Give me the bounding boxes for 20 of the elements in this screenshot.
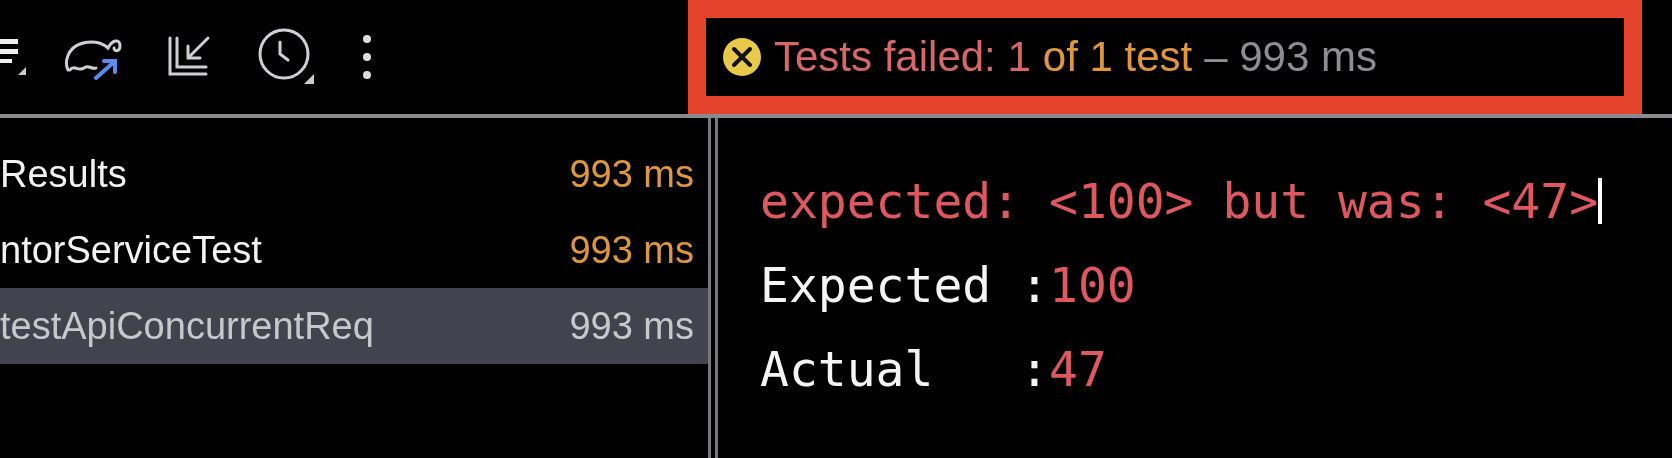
test-duration: 993 ms xyxy=(569,228,694,272)
test-name: Results xyxy=(0,152,127,196)
error-icon xyxy=(722,37,762,77)
test-name: ntorServiceTest xyxy=(0,228,262,272)
console-label: Actual : xyxy=(760,341,1049,397)
test-tree-row[interactable]: Results 993 ms xyxy=(0,136,708,212)
status-text: – 993 ms xyxy=(1204,33,1377,81)
test-tree-row[interactable]: ntorServiceTest 993 ms xyxy=(0,212,708,288)
test-duration: 993 ms xyxy=(569,304,694,348)
test-tree-row[interactable]: testApiConcurrentReq 993 ms xyxy=(0,288,708,364)
console-value: 100 xyxy=(1049,257,1136,313)
test-duration: 993 ms xyxy=(569,152,694,196)
more-icon[interactable] xyxy=(362,34,372,80)
console-value: 47 xyxy=(1049,341,1107,397)
console-error: expected: <100> but was: <47> xyxy=(760,173,1599,229)
list-icon[interactable] xyxy=(0,37,28,77)
status-text: Tests failed: 1 xyxy=(774,33,1031,81)
status-text: of 1 test xyxy=(1042,33,1193,81)
console-label: Expected : xyxy=(760,257,1049,313)
test-name: testApiConcurrentReq xyxy=(0,304,374,348)
